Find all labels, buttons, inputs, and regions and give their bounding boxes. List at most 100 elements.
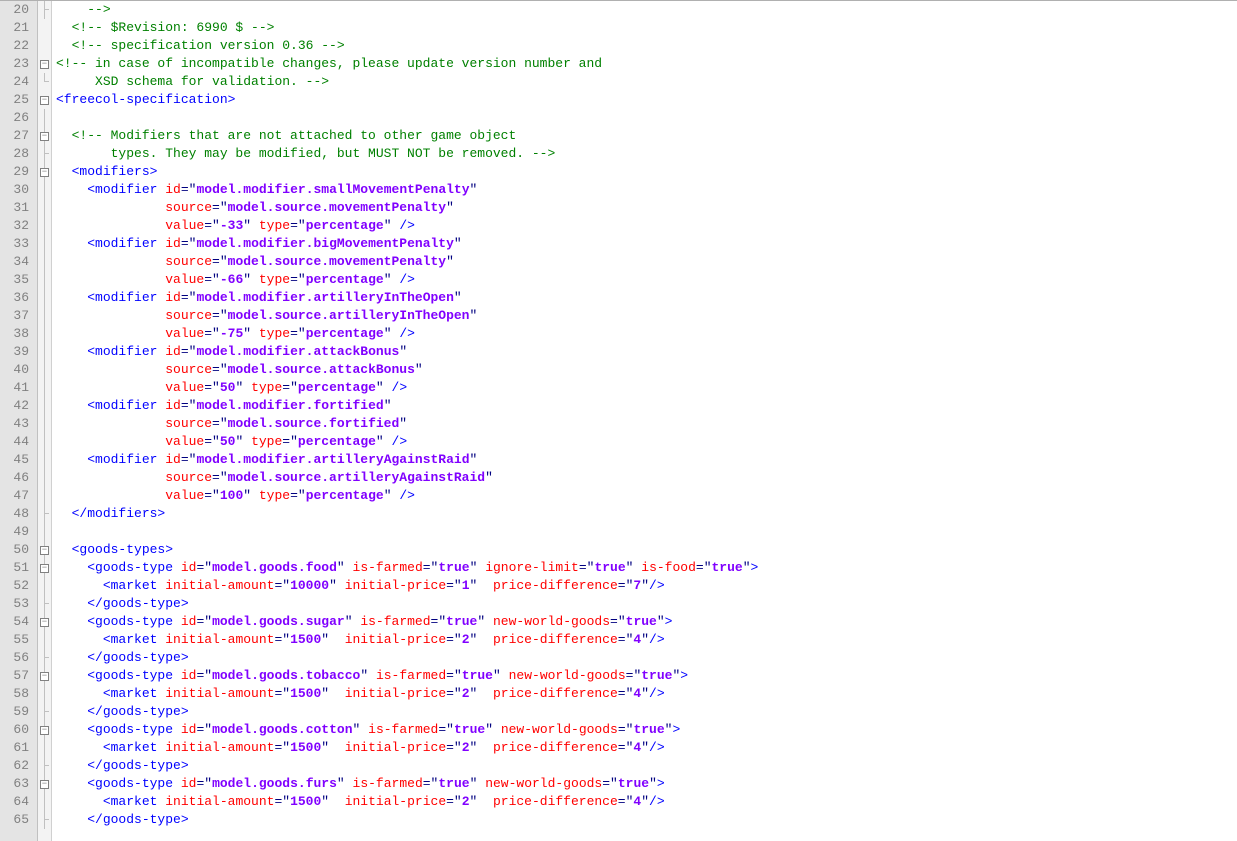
fold-marker [38, 271, 51, 289]
fold-marker [38, 415, 51, 433]
line-number: 25 [4, 91, 29, 109]
fold-marker [38, 811, 51, 829]
fold-marker[interactable]: − [38, 163, 51, 181]
line-number: 48 [4, 505, 29, 523]
code-line[interactable]: <goods-types> [56, 541, 1237, 559]
line-number: 44 [4, 433, 29, 451]
code-editor[interactable]: 2021222324252627282930313233343536373839… [0, 0, 1237, 841]
line-number-gutter: 2021222324252627282930313233343536373839… [0, 1, 38, 841]
line-number: 34 [4, 253, 29, 271]
code-line[interactable]: value="-75" type="percentage" /> [56, 325, 1237, 343]
code-line[interactable]: </modifiers> [56, 505, 1237, 523]
code-line[interactable]: <goods-type id="model.goods.tobacco" is-… [56, 667, 1237, 685]
fold-marker[interactable]: − [38, 559, 51, 577]
code-line[interactable]: value="100" type="percentage" /> [56, 487, 1237, 505]
code-line[interactable]: <goods-type id="model.goods.furs" is-far… [56, 775, 1237, 793]
code-line[interactable]: <goods-type id="model.goods.food" is-far… [56, 559, 1237, 577]
code-line[interactable]: </goods-type> [56, 811, 1237, 829]
code-line[interactable]: <market initial-amount="1500" initial-pr… [56, 631, 1237, 649]
line-number: 57 [4, 667, 29, 685]
line-number: 62 [4, 757, 29, 775]
code-line[interactable] [56, 109, 1237, 127]
code-line[interactable]: <modifier id="model.modifier.attackBonus… [56, 343, 1237, 361]
fold-marker [38, 505, 51, 523]
fold-toggle-icon[interactable]: − [40, 618, 49, 627]
line-number: 23 [4, 55, 29, 73]
fold-marker[interactable]: − [38, 91, 51, 109]
fold-marker [38, 577, 51, 595]
fold-toggle-icon[interactable]: − [40, 132, 49, 141]
line-number: 51 [4, 559, 29, 577]
fold-toggle-icon[interactable]: − [40, 564, 49, 573]
fold-marker [38, 703, 51, 721]
code-line[interactable]: </goods-type> [56, 703, 1237, 721]
code-line[interactable]: <!-- specification version 0.36 --> [56, 37, 1237, 55]
code-line[interactable]: <market initial-amount="1500" initial-pr… [56, 685, 1237, 703]
fold-toggle-icon[interactable]: − [40, 168, 49, 177]
code-line[interactable]: <modifiers> [56, 163, 1237, 181]
code-line[interactable]: --> [56, 1, 1237, 19]
line-number: 61 [4, 739, 29, 757]
code-line[interactable]: types. They may be modified, but MUST NO… [56, 145, 1237, 163]
code-line[interactable]: </goods-type> [56, 649, 1237, 667]
code-line[interactable]: value="50" type="percentage" /> [56, 379, 1237, 397]
code-line[interactable]: </goods-type> [56, 595, 1237, 613]
fold-marker [38, 217, 51, 235]
fold-marker[interactable]: − [38, 721, 51, 739]
line-number: 22 [4, 37, 29, 55]
fold-marker[interactable]: − [38, 541, 51, 559]
code-line[interactable]: <market initial-amount="10000" initial-p… [56, 577, 1237, 595]
code-line[interactable]: source="model.source.movementPenalty" [56, 199, 1237, 217]
fold-marker[interactable]: − [38, 613, 51, 631]
code-line[interactable]: value="50" type="percentage" /> [56, 433, 1237, 451]
code-line[interactable]: <goods-type id="model.goods.sugar" is-fa… [56, 613, 1237, 631]
code-line[interactable]: source="model.source.artilleryInTheOpen" [56, 307, 1237, 325]
code-line[interactable]: <market initial-amount="1500" initial-pr… [56, 793, 1237, 811]
code-line[interactable]: <modifier id="model.modifier.fortified" [56, 397, 1237, 415]
code-line[interactable]: <!-- in case of incompatible changes, pl… [56, 55, 1237, 73]
code-line[interactable]: XSD schema for validation. --> [56, 73, 1237, 91]
fold-toggle-icon[interactable]: − [40, 60, 49, 69]
line-number: 43 [4, 415, 29, 433]
fold-marker[interactable]: − [38, 775, 51, 793]
line-number: 55 [4, 631, 29, 649]
fold-toggle-icon[interactable]: − [40, 96, 49, 105]
fold-marker [38, 451, 51, 469]
fold-marker [38, 37, 51, 55]
line-number: 37 [4, 307, 29, 325]
code-line[interactable]: <freecol-specification> [56, 91, 1237, 109]
line-number: 29 [4, 163, 29, 181]
fold-marker [38, 235, 51, 253]
code-line[interactable]: source="model.source.attackBonus" [56, 361, 1237, 379]
code-line[interactable]: <modifier id="model.modifier.artilleryAg… [56, 451, 1237, 469]
fold-toggle-icon[interactable]: − [40, 780, 49, 789]
code-line[interactable]: <!-- $Revision: 6990 $ --> [56, 19, 1237, 37]
line-number: 39 [4, 343, 29, 361]
code-area[interactable]: --> <!-- $Revision: 6990 $ --> <!-- spec… [52, 1, 1237, 841]
code-line[interactable]: <modifier id="model.modifier.bigMovement… [56, 235, 1237, 253]
fold-column[interactable]: − − − − − − − − − − [38, 1, 52, 841]
fold-toggle-icon[interactable]: − [40, 726, 49, 735]
fold-marker [38, 595, 51, 613]
code-line[interactable]: source="model.source.artilleryAgainstRai… [56, 469, 1237, 487]
fold-marker[interactable]: − [38, 667, 51, 685]
line-number: 27 [4, 127, 29, 145]
code-line[interactable]: <!-- Modifiers that are not attached to … [56, 127, 1237, 145]
fold-toggle-icon[interactable]: − [40, 546, 49, 555]
code-line[interactable]: value="-66" type="percentage" /> [56, 271, 1237, 289]
line-number: 45 [4, 451, 29, 469]
code-line[interactable]: value="-33" type="percentage" /> [56, 217, 1237, 235]
code-line[interactable]: </goods-type> [56, 757, 1237, 775]
code-line[interactable]: source="model.source.movementPenalty" [56, 253, 1237, 271]
line-number: 50 [4, 541, 29, 559]
fold-toggle-icon[interactable]: − [40, 672, 49, 681]
line-number: 65 [4, 811, 29, 829]
code-line[interactable]: <modifier id="model.modifier.artilleryIn… [56, 289, 1237, 307]
fold-marker[interactable]: − [38, 55, 51, 73]
code-line[interactable] [56, 523, 1237, 541]
fold-marker[interactable]: − [38, 127, 51, 145]
code-line[interactable]: <market initial-amount="1500" initial-pr… [56, 739, 1237, 757]
code-line[interactable]: <modifier id="model.modifier.smallMoveme… [56, 181, 1237, 199]
code-line[interactable]: source="model.source.fortified" [56, 415, 1237, 433]
code-line[interactable]: <goods-type id="model.goods.cotton" is-f… [56, 721, 1237, 739]
